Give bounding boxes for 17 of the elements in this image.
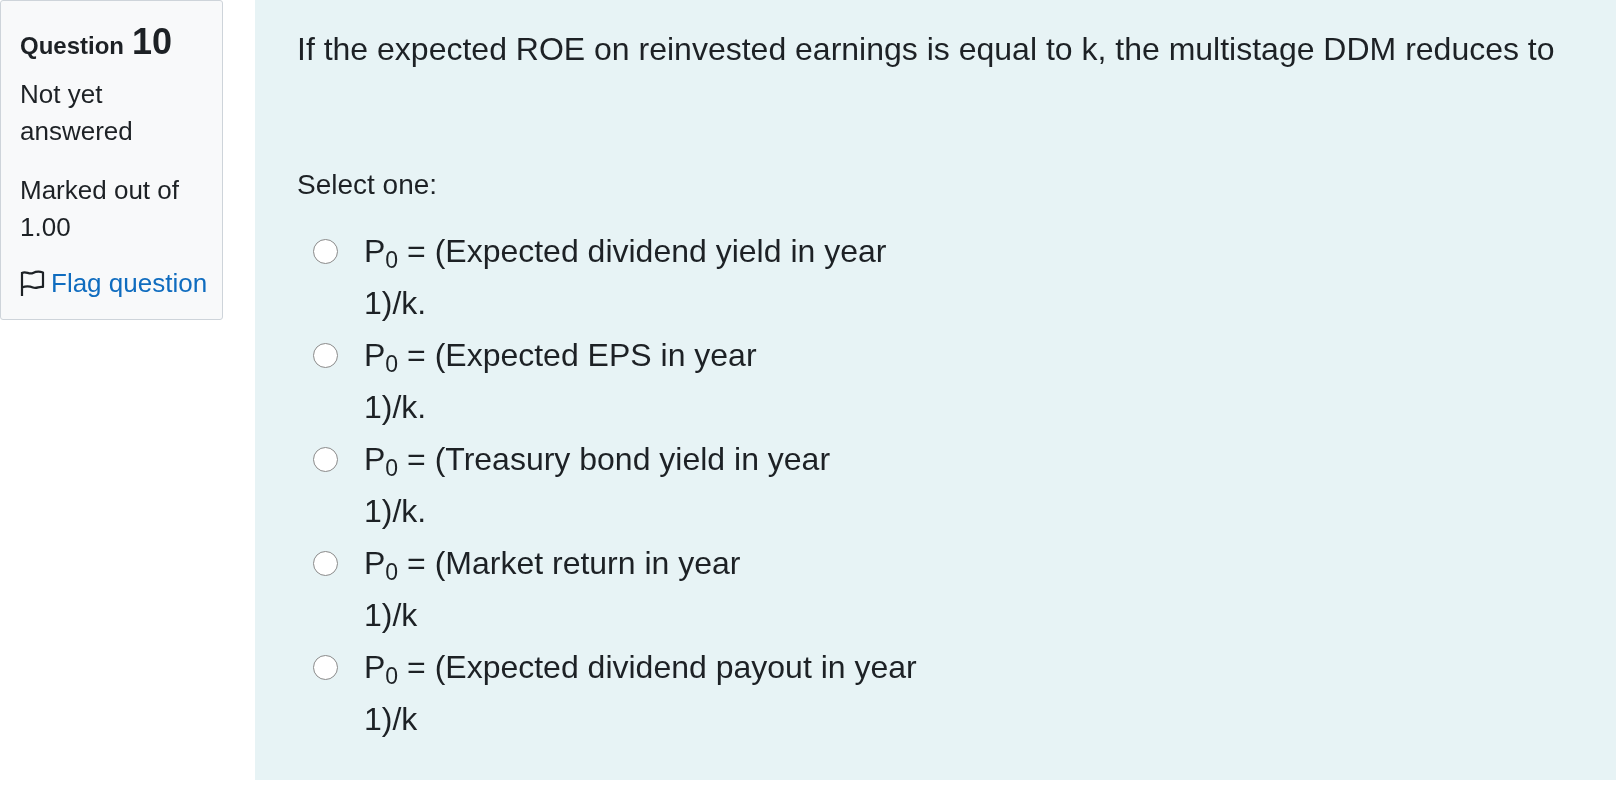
radio-button[interactable] bbox=[313, 238, 338, 264]
answer-option[interactable]: P$_{0}$ = (Market return in year 1)/k bbox=[364, 537, 741, 641]
prompt-text: Select one: bbox=[297, 168, 438, 202]
radio-button[interactable] bbox=[313, 550, 338, 576]
radio-button[interactable] bbox=[313, 446, 338, 472]
answer-option[interactable]: P$_{0}$ = (Treasury bond yield in year 1)/k. bbox=[364, 433, 831, 537]
answer-status: Not yet answered bbox=[20, 78, 134, 148]
marks-text: Marked out of 1.00 bbox=[20, 174, 180, 244]
answer-option[interactable]: P$_{0}$ = (Expected dividend yield in year 1)/k. bbox=[364, 225, 887, 329]
radio-button[interactable] bbox=[313, 342, 338, 368]
flag-question-link[interactable]: Flag question bbox=[20, 265, 208, 302]
radio-button[interactable] bbox=[313, 654, 338, 680]
question-text: If the expected ROE on reinvested earnings is equal to k, the multistage DDM reduces to bbox=[297, 30, 1555, 69]
question-number: 10 bbox=[132, 20, 173, 64]
question-label: Question bbox=[20, 31, 124, 61]
answer-option[interactable]: P$_{0}$ = (Expected dividend payout in year 1)/k bbox=[364, 641, 917, 745]
answer-option[interactable]: P$_{0}$ = (Expected EPS in year 1)/k. bbox=[364, 329, 757, 433]
